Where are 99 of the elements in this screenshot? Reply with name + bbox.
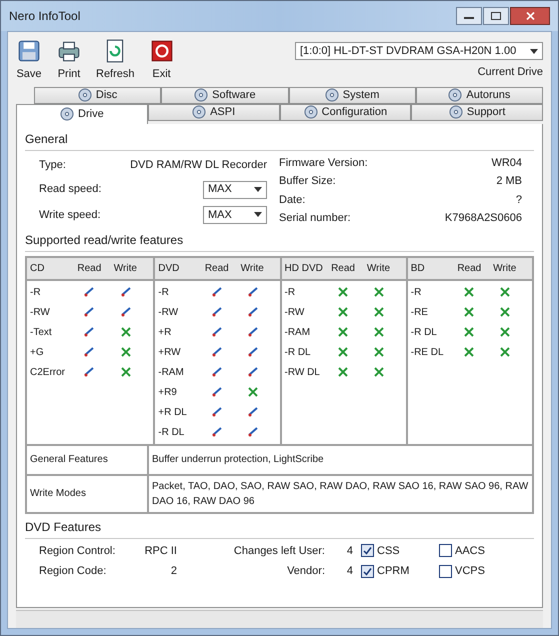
format-label: -RW — [158, 306, 180, 320]
dropdown[interactable]: MAX — [203, 206, 267, 224]
format-label: -R — [158, 286, 170, 300]
field-label: Buffer Size: — [279, 174, 336, 189]
column-header: Write — [366, 262, 392, 276]
row-label: General Features — [29, 453, 109, 467]
field-label: Vendor: — [286, 564, 325, 579]
dropdown[interactable]: MAX — [203, 180, 267, 199]
format-label: -R — [30, 286, 42, 300]
flag-label: VCPS — [455, 564, 485, 579]
disc-icon — [194, 88, 208, 102]
column-header: Read — [77, 262, 102, 276]
column-header: Write — [493, 262, 518, 276]
tab[interactable]: Autoruns — [416, 86, 543, 104]
format-label: C2Error — [30, 366, 66, 380]
field-value: DVD RAM/RW DL Recorder — [129, 158, 267, 174]
field-label: Write speed: — [39, 208, 102, 223]
format-label: -RW — [284, 306, 306, 320]
column-header: Write — [240, 262, 265, 276]
field-value: RPC II — [144, 544, 177, 558]
tab[interactable]: Support — [411, 104, 543, 120]
section-title: General — [25, 130, 69, 148]
tab[interactable]: ASPI — [148, 104, 280, 120]
close-icon — [526, 12, 534, 20]
field-label: Read speed: — [39, 182, 102, 198]
format-label: -RAM — [158, 366, 185, 380]
field-label: Changes left User: — [232, 544, 325, 558]
maximize-button[interactable] — [483, 7, 509, 25]
format-label: -RW DL — [284, 366, 321, 380]
field-label: Firmware Version: — [279, 156, 368, 170]
row-value: Buffer underrun protection, LightScribe — [147, 446, 532, 474]
tab[interactable]: Configuration — [280, 104, 412, 120]
flag-label: AACS — [455, 544, 485, 558]
format-label: -RW — [30, 306, 51, 320]
toolbar-button[interactable]: Print — [56, 38, 82, 82]
format-label: -R — [284, 286, 296, 300]
tab[interactable]: Disc — [34, 86, 162, 104]
format-label: -R DL — [284, 346, 312, 360]
column-header: Read — [331, 262, 356, 276]
column-header: Read — [457, 262, 482, 276]
disc-icon — [448, 105, 463, 119]
exit-icon — [148, 38, 175, 64]
field-value: ? — [516, 192, 522, 208]
drive-label: Current Drive — [478, 65, 543, 80]
field-value: 2 MB — [496, 174, 522, 189]
caret-icon — [530, 48, 538, 54]
format-label: -RAM — [284, 326, 312, 340]
disc-icon — [78, 88, 92, 102]
field-value: 2 — [170, 564, 177, 579]
disc-icon — [448, 88, 462, 102]
column-header: CD — [30, 262, 46, 276]
caret-icon — [254, 187, 262, 192]
field-value: 4 — [346, 544, 353, 558]
field-label: Type: — [39, 158, 67, 174]
format-label: +R9 — [158, 386, 178, 400]
format-label: +R DL — [158, 406, 188, 420]
field-label: Region Code: — [39, 564, 108, 579]
maximize-icon — [491, 12, 501, 20]
column-header: Read — [204, 262, 230, 276]
tab[interactable]: System — [288, 86, 416, 104]
tab[interactable]: Software — [161, 86, 288, 104]
column-header: BD — [410, 262, 426, 276]
disc-icon — [60, 107, 74, 121]
tab[interactable]: Drive — [16, 104, 148, 124]
field-value: WR04 — [491, 156, 522, 170]
toolbar-button[interactable]: Exit — [148, 38, 175, 82]
row-value: Packet, TAO, DAO, SAO, RAW SAO, RAW DAO, RAW SAO 16, RAW SAO 96, RAW DAO 16, RAW DAO 96 — [147, 476, 532, 512]
disc-icon — [304, 105, 318, 119]
caret-icon — [254, 212, 262, 218]
dropdown[interactable]: [1:0:0] HL-DT-ST DVDRAM GSA-H20N 1.00 — [295, 42, 543, 60]
format-label: +RW — [158, 346, 182, 360]
row-label: Write Modes — [29, 487, 87, 501]
format-label: -R — [410, 286, 422, 300]
toolbar-button[interactable]: Refresh — [96, 38, 135, 82]
format-label: +G — [30, 346, 45, 360]
minimize-button[interactable] — [456, 7, 482, 25]
flag-label: CPRM — [377, 564, 410, 579]
format-label: -R DL — [410, 326, 438, 340]
column-header: DVD — [158, 262, 180, 276]
column-header: HD DVD — [284, 262, 324, 276]
format-label: -Text — [30, 326, 53, 340]
field-label: Region Control: — [39, 544, 116, 558]
format-label: +R — [158, 326, 172, 340]
format-label: -RE DL — [410, 346, 445, 360]
close-button[interactable] — [510, 7, 550, 25]
format-label: -RE — [410, 306, 429, 320]
field-label: Date: — [279, 192, 306, 208]
window-title: Nero InfoTool — [9, 8, 80, 25]
field-value: K7968A2S0606 — [444, 211, 522, 226]
disc-icon — [192, 105, 206, 119]
field-label: Serial number: — [279, 211, 351, 226]
column-header: Write — [114, 262, 138, 276]
disc-icon — [324, 88, 339, 102]
field-value: 4 — [346, 564, 353, 579]
format-label: -R DL — [158, 426, 186, 440]
section-title: DVD Features — [25, 518, 102, 536]
toolbar-button[interactable]: Save — [16, 38, 42, 82]
flag-label: CSS — [377, 544, 400, 558]
section-title: Supported read/write features — [25, 232, 184, 248]
